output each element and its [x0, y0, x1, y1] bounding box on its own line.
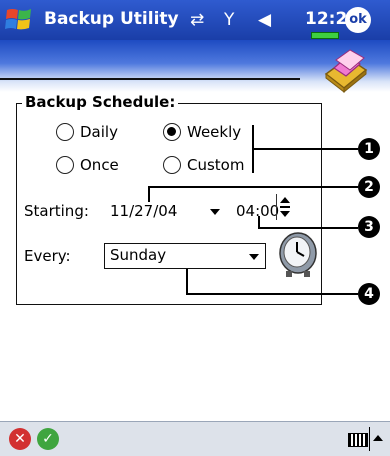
- radio-label-weekly: Weekly: [187, 123, 242, 141]
- radio-label-daily: Daily: [80, 123, 118, 141]
- window-title: Backup Utility: [44, 9, 179, 29]
- radio-circle[interactable]: [56, 156, 74, 174]
- date-dropdown-icon[interactable]: [210, 209, 220, 215]
- callout-line: [148, 186, 150, 202]
- header-divider: [0, 78, 300, 80]
- spin-down-icon[interactable]: [280, 211, 290, 217]
- keyboard-icon[interactable]: [348, 433, 368, 447]
- radio-label-custom: Custom: [187, 156, 245, 174]
- ok-button[interactable]: ok: [345, 7, 371, 33]
- time-spinner[interactable]: [276, 194, 291, 220]
- callout-marker-4: 4: [358, 283, 380, 305]
- callout-marker-2: 2: [358, 176, 380, 198]
- spin-up-icon[interactable]: [280, 197, 290, 203]
- callout-line: [258, 227, 358, 229]
- confirm-icon[interactable]: ✓: [37, 428, 59, 450]
- cancel-icon[interactable]: ✕: [9, 428, 31, 450]
- backup-app-icon: [324, 49, 368, 94]
- radio-once[interactable]: Once: [56, 156, 119, 174]
- start-date-field[interactable]: 11/27/04: [110, 202, 177, 220]
- group-title: Backup Schedule:: [22, 93, 179, 111]
- radio-circle-selected[interactable]: [163, 123, 181, 141]
- signal-icon[interactable]: Y: [224, 10, 234, 30]
- every-label: Every:: [24, 247, 71, 265]
- callout-line: [186, 269, 188, 293]
- callout-marker-1: 1: [358, 138, 380, 160]
- radio-weekly[interactable]: Weekly: [163, 123, 241, 141]
- spin-divider: [280, 206, 290, 208]
- radio-daily[interactable]: Daily: [56, 123, 118, 141]
- starting-label: Starting:: [24, 202, 89, 220]
- connectivity-icon[interactable]: ⇄: [190, 10, 204, 30]
- radio-circle[interactable]: [56, 123, 74, 141]
- divider: [369, 427, 370, 451]
- clock-icon[interactable]: [276, 229, 320, 279]
- radio-label-once: Once: [80, 156, 119, 174]
- callout-marker-3: 3: [358, 216, 380, 238]
- callout-line: [148, 186, 358, 188]
- bottom-toolbar: ✕ ✓: [0, 421, 390, 456]
- start-menu-icon[interactable]: [4, 6, 34, 34]
- every-day-value: Sunday: [110, 246, 167, 264]
- chevron-down-icon[interactable]: [249, 254, 259, 260]
- volume-icon[interactable]: ◀: [258, 10, 271, 30]
- radio-custom[interactable]: Custom: [163, 156, 244, 174]
- callout-line: [252, 148, 358, 150]
- radio-circle[interactable]: [163, 156, 181, 174]
- input-panel-arrow-icon[interactable]: [373, 435, 383, 441]
- title-bar: Backup Utility ⇄ Y ◀ 12:22 ok: [0, 0, 390, 40]
- callout-line: [186, 293, 358, 295]
- every-day-select[interactable]: Sunday: [104, 243, 266, 269]
- battery-icon: [311, 32, 339, 39]
